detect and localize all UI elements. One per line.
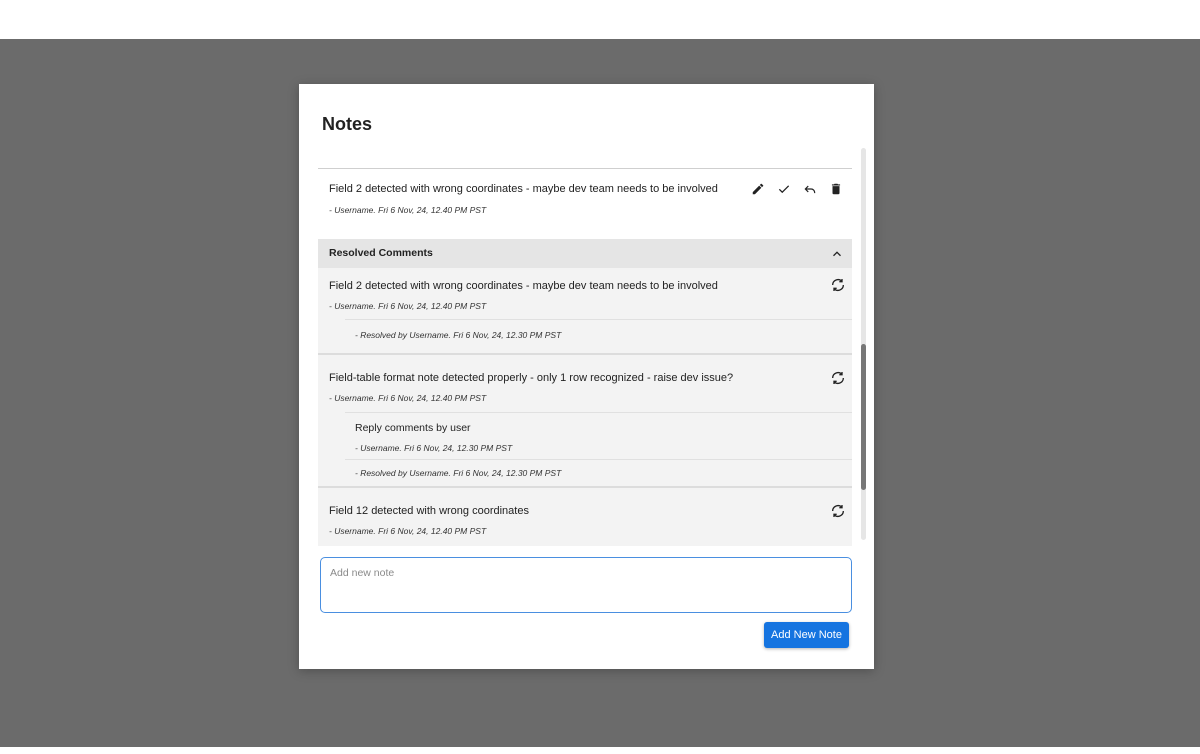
edit-icon[interactable] — [748, 181, 768, 197]
note-text: Field 2 detected with wrong coordinates … — [329, 183, 718, 195]
page-bottom-strip — [0, 747, 1200, 754]
note-meta: - Username. Fri 6 Nov, 24, 12.40 PM PST — [329, 393, 487, 403]
notes-list[interactable]: Field 2 detected with wrong coordinates … — [318, 168, 852, 546]
note-meta: - Username. Fri 6 Nov, 24, 12.40 PM PST — [329, 301, 487, 311]
scrollbar-thumb[interactable] — [861, 344, 866, 490]
resolved-by-meta: - Resolved by Username. Fri 6 Nov, 24, 1… — [355, 330, 562, 340]
reply-text: Reply comments by user — [355, 422, 471, 434]
note-text: Field-table format note detected properl… — [329, 372, 734, 384]
add-new-note-button[interactable]: Add New Note — [764, 622, 849, 648]
new-note-field-wrapper — [320, 557, 852, 613]
note-meta: - Username. Fri 6 Nov, 24, 12.40 PM PST — [329, 205, 487, 215]
resolved-comments-label: Resolved Comments — [329, 247, 433, 259]
note-meta: - Username. Fri 6 Nov, 24, 12.40 PM PST — [329, 526, 487, 536]
resolved-comments-header[interactable]: Resolved Comments — [318, 239, 852, 268]
reply-meta: - Username. Fri 6 Nov, 24, 12.30 PM PST — [355, 443, 513, 453]
resolved-note: Field 2 detected with wrong coordinates … — [318, 268, 852, 355]
resolved-by-meta: - Resolved by Username. Fri 6 Nov, 24, 1… — [355, 468, 562, 478]
reopen-sync-icon[interactable] — [830, 370, 846, 386]
reopen-sync-icon[interactable] — [830, 277, 846, 293]
page-top-bar — [0, 0, 1200, 39]
resolved-by-row: - Resolved by Username. Fri 6 Nov, 24, 1… — [345, 459, 852, 486]
note-text: Field 2 detected with wrong coordinates … — [329, 280, 718, 292]
reply-icon[interactable] — [800, 181, 820, 197]
notes-dialog: Notes Field 2 detected with wrong coordi… — [299, 84, 874, 669]
check-icon[interactable] — [774, 181, 794, 197]
resolved-by-row: - Resolved by Username. Fri 6 Nov, 24, 1… — [345, 319, 852, 353]
open-note: Field 2 detected with wrong coordinates … — [318, 169, 852, 239]
reply-row: Reply comments by user - Username. Fri 6… — [345, 412, 852, 459]
dialog-title: Notes — [322, 114, 373, 134]
resolved-note: Field 12 detected with wrong coordinates… — [318, 488, 852, 546]
resolved-note: Field-table format note detected properl… — [318, 355, 852, 488]
delete-icon[interactable] — [826, 181, 846, 197]
reopen-sync-icon[interactable] — [830, 503, 846, 519]
note-actions — [748, 181, 846, 197]
notes-scrollbar[interactable] — [861, 148, 866, 540]
chevron-up-icon[interactable] — [830, 247, 844, 261]
new-note-input[interactable] — [321, 558, 851, 612]
note-text: Field 12 detected with wrong coordinates — [329, 505, 529, 517]
